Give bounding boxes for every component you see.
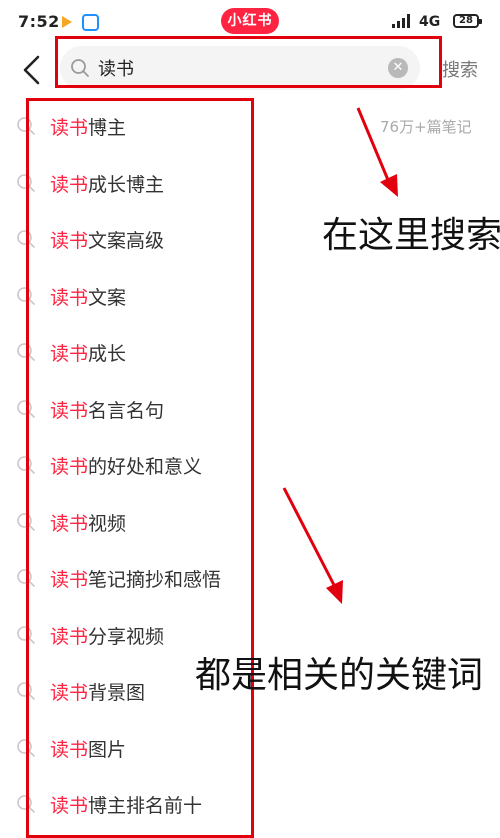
suggestion-text: 读书名言名句 bbox=[50, 396, 164, 423]
xiaohongshu-logo: 小红书 bbox=[221, 8, 279, 34]
suggestion-keyword: 读书 bbox=[50, 456, 89, 478]
suggestion-item[interactable]: 读书图片 bbox=[0, 720, 360, 776]
suggestion-item[interactable]: 读书文案 bbox=[0, 268, 360, 324]
suggestion-rest: 文案高级 bbox=[88, 230, 165, 252]
play-icon bbox=[62, 16, 72, 28]
search-icon bbox=[17, 173, 35, 192]
suggestion-rest: 笔记摘抄和感悟 bbox=[88, 569, 222, 591]
suggestion-rest: 的好处和意义 bbox=[88, 456, 203, 478]
suggestion-text: 读书成长 bbox=[50, 339, 126, 366]
suggestion-text: 读书成长博主 bbox=[50, 170, 164, 197]
suggestion-rest: 成长 bbox=[88, 343, 127, 365]
suggestion-keyword: 读书 bbox=[50, 682, 89, 704]
status-time: 7:52 bbox=[18, 12, 60, 31]
search-input[interactable] bbox=[98, 54, 378, 82]
search-icon bbox=[17, 682, 35, 700]
search-box[interactable]: ✕ bbox=[60, 46, 420, 90]
suggestion-rest: 博主排名前十 bbox=[88, 795, 203, 817]
search-icon bbox=[17, 286, 35, 305]
annotation-list-hint: 都是相关的关键词 bbox=[195, 655, 484, 696]
battery-icon: 28 bbox=[453, 14, 482, 28]
search-icon bbox=[17, 569, 35, 587]
suggestion-item[interactable]: 读书名言名句 bbox=[0, 381, 360, 437]
search-icon bbox=[17, 399, 35, 418]
suggestion-item[interactable]: 读书博主排名前十 bbox=[0, 776, 360, 832]
suggestion-rest: 博主 bbox=[88, 117, 127, 139]
suggestion-text: 读书的好处和意义 bbox=[50, 452, 202, 479]
suggestion-item[interactable]: 读书的好处和意义 bbox=[0, 437, 360, 493]
suggestion-text: 读书博主排名前十 bbox=[50, 791, 202, 818]
suggestion-rest: 名言名句 bbox=[88, 399, 165, 422]
suggestion-item[interactable]: 读书成长 bbox=[0, 324, 360, 380]
suggestion-text: 读书背景图 bbox=[50, 678, 145, 705]
suggestion-keyword: 读书 bbox=[50, 343, 89, 365]
suggestion-text: 读书博主 bbox=[50, 113, 126, 140]
search-icon bbox=[17, 230, 35, 248]
app-square-icon bbox=[82, 14, 99, 31]
suggestion-keyword: 读书 bbox=[50, 625, 89, 648]
search-icon bbox=[17, 456, 35, 474]
suggestion-rest: 视频 bbox=[88, 512, 127, 535]
suggestion-keyword: 读书 bbox=[50, 286, 89, 309]
search-icon bbox=[17, 512, 35, 531]
signal-icon bbox=[392, 14, 414, 28]
annotation-arrowhead-search bbox=[380, 174, 398, 197]
search-icon bbox=[71, 59, 89, 77]
suggestion-text: 读书文案高级 bbox=[50, 226, 164, 253]
suggestion-keyword: 读书 bbox=[50, 173, 89, 196]
suggestion-rest: 背景图 bbox=[88, 682, 146, 704]
suggestion-text: 读书视频 bbox=[50, 509, 126, 536]
search-icon bbox=[17, 795, 35, 813]
suggestion-text: 读书图片 bbox=[50, 735, 126, 762]
annotation-search-hint: 在这里搜索 bbox=[322, 215, 500, 256]
suggestion-text: 读书笔记摘抄和感悟 bbox=[50, 565, 221, 592]
note-count: 76万+篇笔记 bbox=[380, 118, 472, 136]
suggestion-rest: 文案 bbox=[88, 286, 127, 309]
search-icon bbox=[17, 738, 35, 757]
search-icon bbox=[17, 625, 35, 644]
suggestion-rest: 成长博主 bbox=[88, 173, 165, 196]
suggestion-text: 读书分享视频 bbox=[50, 622, 164, 649]
suggestion-keyword: 读书 bbox=[50, 795, 89, 817]
suggestion-item[interactable]: 读书博主 bbox=[0, 98, 360, 154]
clear-icon[interactable]: ✕ bbox=[388, 58, 408, 78]
suggestion-rest: 分享视频 bbox=[88, 625, 165, 648]
suggestion-item[interactable]: 读书成长博主 bbox=[0, 155, 360, 211]
suggestion-keyword: 读书 bbox=[50, 230, 89, 252]
suggestion-keyword: 读书 bbox=[50, 569, 89, 591]
suggestion-keyword: 读书 bbox=[50, 399, 89, 422]
suggestion-rest: 图片 bbox=[88, 738, 127, 761]
network-label: 4G bbox=[419, 14, 441, 30]
search-icon bbox=[17, 343, 35, 361]
back-button[interactable] bbox=[18, 54, 46, 86]
search-icon bbox=[17, 117, 35, 135]
chevron-left-icon bbox=[23, 55, 40, 85]
suggestion-item[interactable]: 读书文案高级 bbox=[0, 211, 360, 267]
suggestion-keyword: 读书 bbox=[50, 512, 89, 535]
suggestion-text: 读书文案 bbox=[50, 283, 126, 310]
suggestion-item[interactable]: 读书视频 bbox=[0, 494, 360, 550]
search-button[interactable]: 搜索 bbox=[442, 56, 478, 82]
suggestion-keyword: 读书 bbox=[50, 117, 89, 139]
suggestion-item[interactable]: 读书笔记摘抄和感悟 bbox=[0, 550, 360, 606]
status-bar: 7:52 小红书 4G 28 bbox=[0, 0, 500, 44]
suggestion-keyword: 读书 bbox=[50, 738, 89, 761]
